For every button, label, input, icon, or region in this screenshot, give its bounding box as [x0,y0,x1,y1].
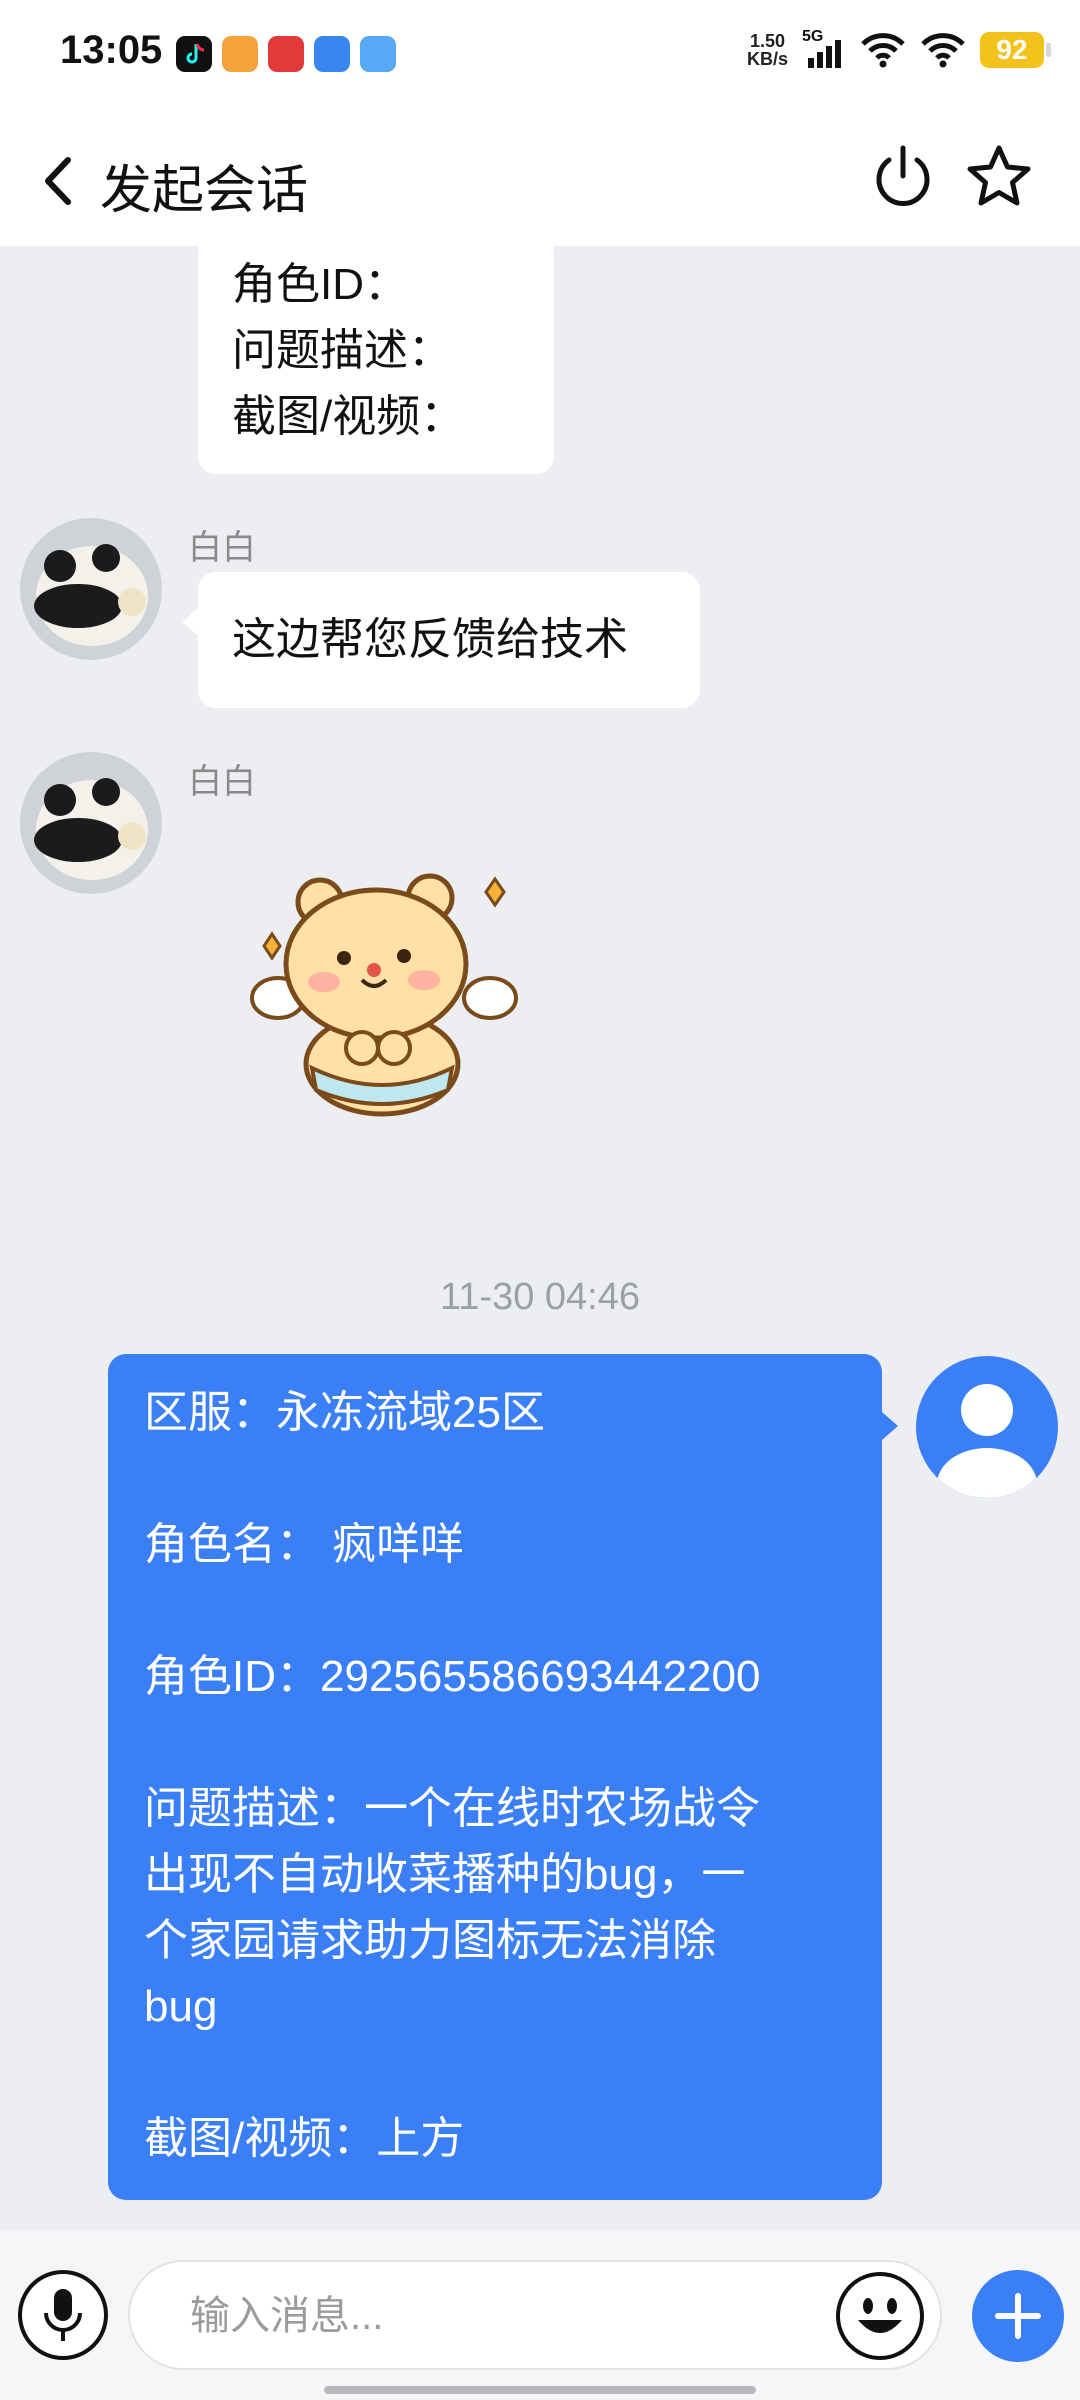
user-message-bubble[interactable]: 区服：永冻流域25区 角色名： 疯咩咩 角色ID：292565586693442… [108,1354,882,2200]
user-message-role-id: 角色ID：2925655866934422​00 [144,1652,761,1701]
chat-message-list[interactable]: 角色ID： 问题描述： 截图/视频： 白白 这边帮您反馈给技术 白白 11-30… [0,246,1080,2230]
template-message-bubble: 角色ID： 问题描述： 截图/视频： [198,246,554,474]
favorite-button[interactable] [962,140,1036,214]
app-red-icon [268,36,304,72]
wifi-icon [861,33,905,68]
user-message-role-name: 角色名： 疯咩咩 [144,1520,465,1569]
bubble-tail [882,1412,898,1440]
page-title: 发起会话 [100,162,309,220]
agent-message-bubble[interactable]: 这边帮您反馈给技术 [198,572,700,708]
emoji-button[interactable] [836,2272,924,2360]
douyin-icon [176,36,212,72]
net-speed: 1.50 KB/s [746,31,788,69]
wifi-icon-2 [921,33,965,68]
plus-icon [995,2293,1041,2339]
status-time: 13:05 [60,28,163,72]
voice-input-button[interactable] [18,2270,108,2360]
smiley-icon [858,2298,902,2333]
user-silhouette-icon [937,1384,1037,1498]
bubble-tail [182,608,198,636]
user-message-description-2: 出现不自动收菜播种的bug，一 [144,1850,746,1899]
signal-5g-icon: 5G [802,28,846,70]
user-message-description-4: bug [144,1982,218,2031]
more-actions-button[interactable] [972,2270,1064,2362]
template-line-role-id: 角色ID： [232,260,408,309]
home-indicator[interactable] [324,2386,756,2394]
user-avatar[interactable] [916,1356,1058,1498]
user-message-screenshot: 截图/视频：上方 [144,2114,465,2163]
agent-message-text: 这边帮您反馈给技术 [232,615,628,664]
agent-avatar[interactable] [20,752,162,894]
star-outline-icon [967,145,1031,206]
status-right: 1.50 KB/s 5G 92 [746,28,1051,70]
message-input-bar [0,2230,1080,2400]
message-input[interactable] [188,2262,792,2370]
user-message-description-1: 问题描述：一个在线时农场战令 [144,1784,760,1833]
end-session-button[interactable] [866,140,940,214]
app-file-icon [360,36,396,72]
microphone-icon [44,2289,82,2341]
bear-sticker[interactable] [246,868,520,1122]
status-bar: 13:05 1.50 KB/s 5G 92 [0,0,1080,116]
battery-indicator: 92 [980,32,1051,68]
agent-name: 白白 [188,529,256,567]
header-bar: 发起会话 [0,116,1080,246]
template-line-description: 问题描述： [232,326,452,375]
app-blue-icon [314,36,350,72]
message-timestamp: 11-30 04:46 [439,1276,641,1318]
app-orange-icon [222,36,258,72]
back-button[interactable] [36,152,80,210]
template-line-screenshot: 截图/视频： [232,392,465,441]
agent-avatar[interactable] [20,518,162,660]
user-message-description-3: 个家园请求助力图标无法消除 [144,1916,716,1965]
message-input-container[interactable] [128,2260,942,2370]
user-message-server: 区服：永冻流域25区 [144,1388,545,1437]
power-icon [876,145,930,206]
notification-app-icons [176,36,396,72]
chevron-left-icon [45,157,71,205]
agent-name: 白白 [188,763,256,801]
